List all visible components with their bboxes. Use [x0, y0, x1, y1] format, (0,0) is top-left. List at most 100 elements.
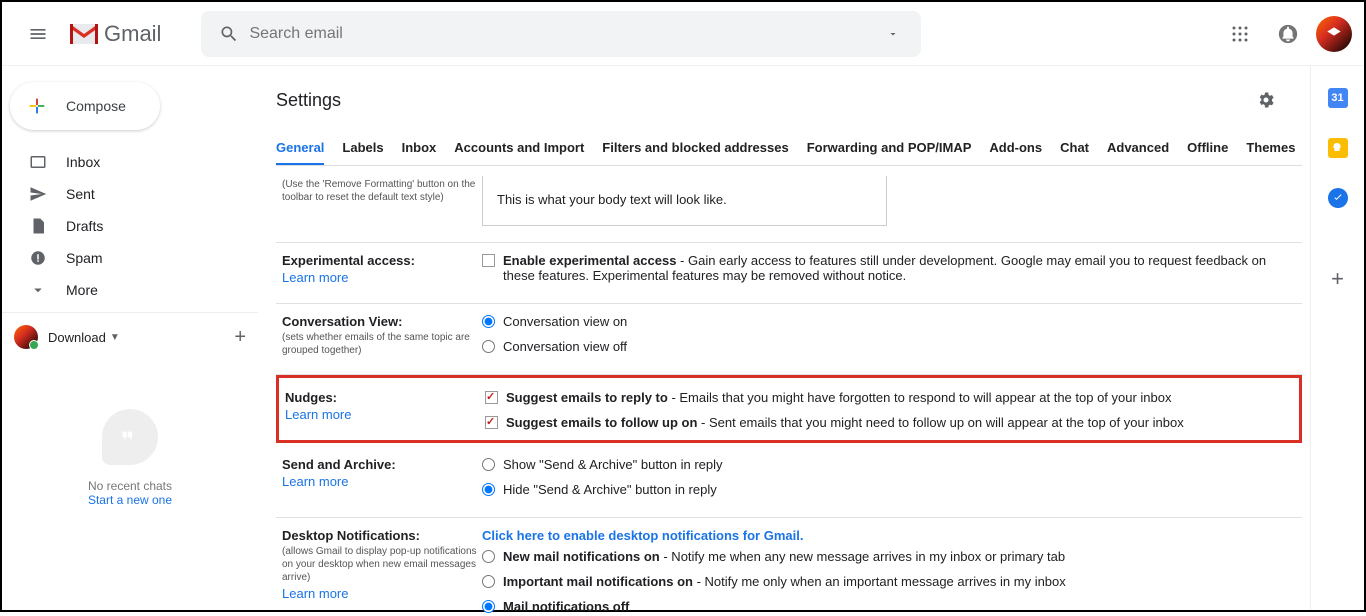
app-header: Gmail	[2, 2, 1364, 66]
tab-inbox[interactable]: Inbox	[402, 140, 437, 165]
compose-label: Compose	[66, 98, 126, 114]
account-avatar[interactable]	[1316, 16, 1352, 52]
nav-more[interactable]: More	[2, 274, 258, 306]
tab-filters[interactable]: Filters and blocked addresses	[602, 140, 788, 165]
row-nudges: Nudges: Learn more Suggest emails to rep…	[285, 386, 1293, 440]
tab-addons[interactable]: Add-ons	[989, 140, 1042, 165]
tab-forwarding[interactable]: Forwarding and POP/IMAP	[807, 140, 972, 165]
hangouts-empty-text: No recent chats	[2, 479, 258, 493]
send-archive-hide-label: Hide "Send & Archive" button in reply	[503, 482, 717, 497]
hangouts-panel: No recent chats Start a new one	[2, 409, 258, 507]
tab-themes[interactable]: Themes	[1246, 140, 1295, 165]
desktop-new-mail-bold: New mail notifications on	[503, 549, 660, 564]
search-input[interactable]	[249, 25, 873, 43]
tab-accounts[interactable]: Accounts and Import	[454, 140, 584, 165]
hangouts-start-link[interactable]: Start a new one	[2, 493, 258, 507]
nav-label: Sent	[66, 186, 95, 202]
drafts-icon	[28, 217, 48, 235]
nudges-reply-checkbox[interactable]	[485, 391, 498, 404]
tab-general[interactable]: General	[276, 140, 324, 165]
side-panel: 31 +	[1310, 66, 1364, 610]
inbox-icon	[28, 153, 48, 171]
desktop-off-radio[interactable]	[482, 600, 495, 613]
settings-content: Settings General Labels Inbox Accounts a…	[258, 66, 1310, 610]
nav-label: Drafts	[66, 218, 103, 234]
desktop-important-bold: Important mail notifications on	[503, 574, 693, 589]
nav-label: Spam	[66, 250, 103, 266]
search-icon[interactable]	[209, 24, 249, 44]
logo-text: Gmail	[104, 21, 161, 47]
nav-sent[interactable]: Sent	[2, 178, 258, 210]
account-dot-avatar	[14, 325, 38, 349]
search-bar[interactable]	[201, 11, 921, 57]
nudges-reply-text: - Emails that you might have forgotten t…	[668, 390, 1172, 405]
apps-icon[interactable]	[1220, 14, 1260, 54]
formatting-note: (Use the 'Remove Formatting' button on t…	[282, 178, 482, 204]
nav-drafts[interactable]: Drafts	[2, 210, 258, 242]
send-archive-show-radio[interactable]	[482, 458, 495, 471]
get-addons-icon[interactable]: +	[1331, 266, 1344, 292]
experimental-label: Experimental access:	[282, 253, 415, 268]
conversation-off-radio[interactable]	[482, 340, 495, 353]
new-chat-plus-icon[interactable]: +	[234, 326, 246, 349]
account-label: Download	[48, 330, 106, 345]
tab-labels[interactable]: Labels	[342, 140, 383, 165]
experimental-desc-bold: Enable experimental access	[503, 253, 676, 268]
sidebar: Compose Inbox Sent Drafts Spam More Down…	[2, 66, 258, 610]
text-style-preview: This is what your body text will look li…	[482, 176, 887, 226]
desktop-important-text: - Notify me only when an important messa…	[693, 574, 1066, 589]
expand-icon	[28, 281, 48, 299]
desktop-sub: (allows Gmail to display pop-up notifica…	[282, 545, 482, 584]
send-archive-show-label: Show "Send & Archive" button in reply	[503, 457, 723, 472]
nudges-label: Nudges:	[285, 390, 337, 405]
send-archive-hide-radio[interactable]	[482, 483, 495, 496]
experimental-learn-more-link[interactable]: Learn more	[282, 270, 482, 285]
nudges-highlight-box: Nudges: Learn more Suggest emails to rep…	[276, 375, 1302, 443]
experimental-checkbox[interactable]	[482, 254, 495, 267]
desktop-learn-more-link[interactable]: Learn more	[282, 586, 482, 601]
nudges-followup-bold: Suggest emails to follow up on	[506, 415, 697, 430]
row-conversation-view: Conversation View: (sets whether emails …	[276, 304, 1302, 375]
row-desktop-notifications: Desktop Notifications: (allows Gmail to …	[276, 518, 1302, 616]
nudges-followup-checkbox[interactable]	[485, 416, 498, 429]
tab-advanced[interactable]: Advanced	[1107, 140, 1169, 165]
compose-button[interactable]: Compose	[10, 82, 160, 130]
tasks-addon-icon[interactable]	[1328, 188, 1348, 208]
desktop-important-radio[interactable]	[482, 575, 495, 588]
desktop-new-mail-radio[interactable]	[482, 550, 495, 563]
hangouts-account-row[interactable]: Download ▼ +	[2, 319, 258, 355]
caret-down-icon: ▼	[110, 332, 120, 343]
desktop-enable-link[interactable]: Click here to enable desktop notificatio…	[482, 528, 803, 543]
keep-addon-icon[interactable]	[1328, 138, 1348, 158]
nav-spam[interactable]: Spam	[2, 242, 258, 274]
row-experimental-access: Experimental access: Learn more Enable e…	[276, 243, 1302, 304]
tab-offline[interactable]: Offline	[1187, 140, 1228, 165]
tab-chat[interactable]: Chat	[1060, 140, 1089, 165]
sent-icon	[28, 185, 48, 203]
send-archive-label: Send and Archive:	[282, 457, 396, 472]
nudges-learn-more-link[interactable]: Learn more	[285, 407, 485, 422]
calendar-addon-icon[interactable]: 31	[1328, 88, 1348, 108]
conversation-on-label: Conversation view on	[503, 314, 627, 329]
conversation-label: Conversation View:	[282, 314, 402, 329]
send-archive-learn-more-link[interactable]: Learn more	[282, 474, 482, 489]
desktop-new-mail-text: - Notify me when any new message arrives…	[660, 549, 1065, 564]
hangouts-icon	[102, 409, 158, 465]
row-default-text-style: (Use the 'Remove Formatting' button on t…	[276, 166, 1302, 243]
gmail-logo[interactable]: Gmail	[68, 21, 161, 47]
nav-inbox[interactable]: Inbox	[2, 146, 258, 178]
spam-icon	[28, 249, 48, 267]
settings-tabs: General Labels Inbox Accounts and Import…	[276, 140, 1302, 166]
settings-gear-icon[interactable]	[1248, 82, 1284, 118]
nav-label: Inbox	[66, 154, 100, 170]
main-menu-button[interactable]	[14, 10, 62, 58]
conversation-on-radio[interactable]	[482, 315, 495, 328]
search-options-dropdown[interactable]	[873, 28, 913, 40]
notifications-icon[interactable]	[1268, 14, 1308, 54]
page-title: Settings	[276, 90, 341, 111]
desktop-label: Desktop Notifications:	[282, 528, 420, 543]
nav-label: More	[66, 282, 98, 298]
row-send-archive: Send and Archive: Learn more Show "Send …	[276, 447, 1302, 518]
nudges-reply-bold: Suggest emails to reply to	[506, 390, 668, 405]
conversation-off-label: Conversation view off	[503, 339, 627, 354]
